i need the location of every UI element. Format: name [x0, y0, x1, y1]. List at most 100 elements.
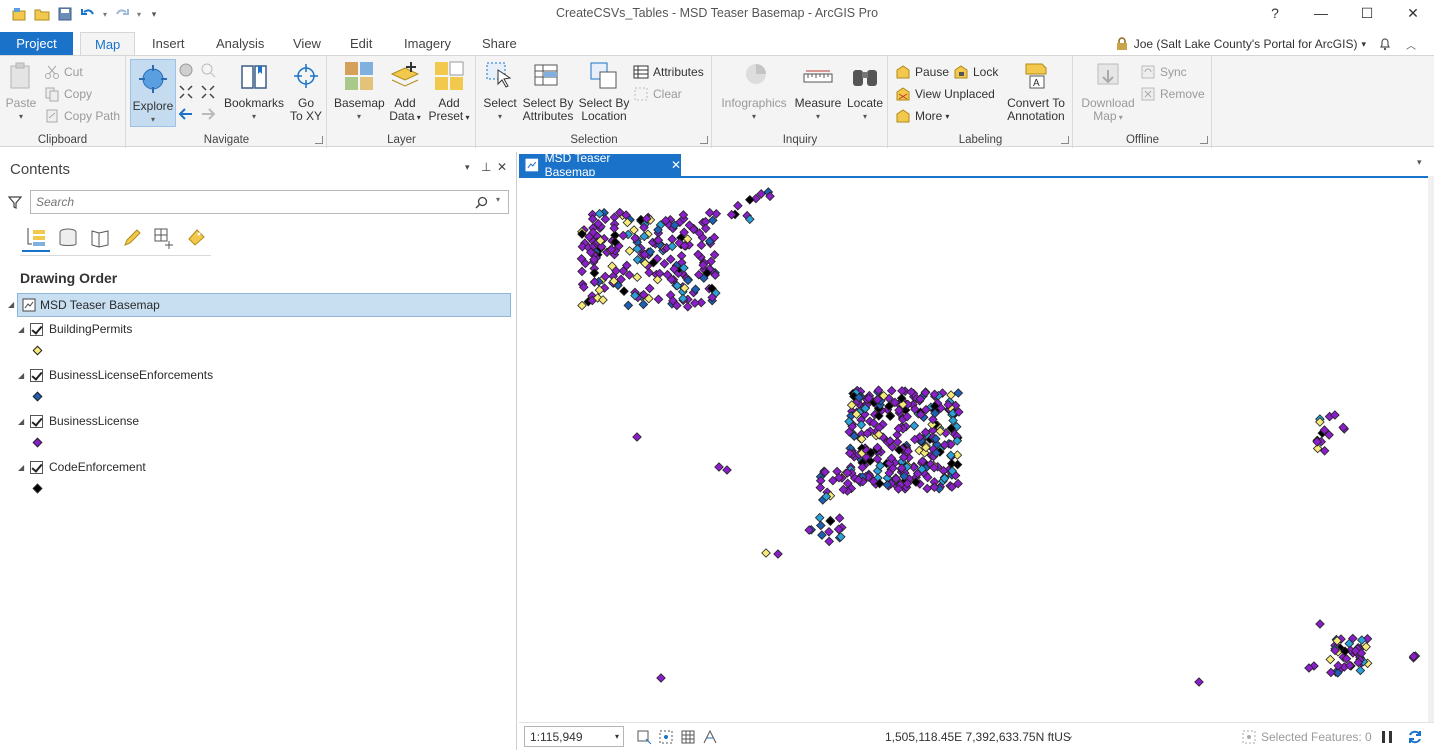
- layer-row-buildingpermits[interactable]: ◢ BuildingPermits: [18, 319, 132, 339]
- explore-button[interactable]: Explore ▾: [130, 59, 176, 127]
- add-preset-button[interactable]: Add Preset ▾: [426, 60, 472, 124]
- bookmarks-button[interactable]: Bookmarks ▾: [222, 60, 286, 123]
- layer-visibility-checkbox[interactable]: [30, 460, 43, 474]
- add-data-button[interactable]: Add Data ▾: [386, 60, 424, 124]
- fixed-zoom-out-icon[interactable]: [200, 84, 216, 100]
- go-to-xy-button[interactable]: Go To XY: [287, 60, 325, 123]
- list-by-editing-icon[interactable]: [118, 224, 146, 252]
- next-extent-icon[interactable]: [200, 106, 216, 122]
- basemap-button[interactable]: Basemap ▾: [334, 60, 385, 123]
- user-account[interactable]: Joe (Salt Lake County's Portal for ArcGI…: [1115, 35, 1416, 53]
- layer-expand-icon[interactable]: ◢: [18, 325, 28, 334]
- map-expand-icon[interactable]: ◢: [8, 300, 14, 309]
- layer-visibility-checkbox[interactable]: [30, 368, 43, 382]
- tab-imagery[interactable]: Imagery: [390, 32, 465, 56]
- convert-to-annotation-button[interactable]: A Convert To Annotation: [1003, 60, 1069, 123]
- grid-icon[interactable]: [680, 729, 696, 745]
- list-by-source-icon[interactable]: [54, 224, 82, 252]
- map-point: [815, 482, 826, 493]
- remove-offline-button[interactable]: Remove: [1140, 84, 1205, 104]
- copy-button[interactable]: Copy: [44, 84, 92, 104]
- attributes-button[interactable]: Attributes: [633, 62, 704, 82]
- close-button[interactable]: ✕: [1390, 0, 1434, 26]
- selected-features-icon[interactable]: [1241, 729, 1257, 745]
- vertical-scrollbar[interactable]: [1428, 176, 1434, 722]
- tab-edit[interactable]: Edit: [336, 32, 386, 56]
- tab-project[interactable]: Project: [0, 32, 73, 56]
- search-dropdown-icon[interactable]: ▾: [496, 195, 500, 204]
- view-unplaced-button[interactable]: View Unplaced: [895, 84, 995, 104]
- list-by-snapping-icon[interactable]: [150, 224, 178, 252]
- full-extent-icon[interactable]: [178, 62, 194, 78]
- pause-drawing-icon[interactable]: [1379, 729, 1395, 745]
- refresh-icon[interactable]: [1407, 729, 1423, 745]
- copy-path-button[interactable]: Copy Path: [44, 106, 120, 126]
- select-by-location-button[interactable]: Select By Location: [578, 60, 630, 123]
- navigate-launcher[interactable]: [315, 136, 323, 144]
- download-map-button[interactable]: Download Map ▾: [1078, 60, 1138, 124]
- labeling-launcher[interactable]: [1061, 136, 1069, 144]
- offline-launcher[interactable]: [1200, 136, 1208, 144]
- ribbon-minimize-icon[interactable]: ︿: [1406, 37, 1416, 52]
- map-view-tab[interactable]: MSD Teaser Basemap ✕: [519, 151, 681, 179]
- layer-expand-icon[interactable]: ◢: [18, 371, 28, 380]
- close-pane-icon[interactable]: ✕: [497, 160, 507, 174]
- scale-selector[interactable]: 1:115,949 ▾: [524, 726, 624, 747]
- notification-bell-icon[interactable]: [1378, 37, 1392, 51]
- pause-label-icon: [896, 65, 910, 79]
- pane-options-icon[interactable]: ▾: [465, 162, 470, 173]
- layer-expand-icon[interactable]: ◢: [18, 463, 28, 472]
- tab-view[interactable]: View: [279, 32, 335, 56]
- auto-hide-pin-icon[interactable]: ⊥: [481, 160, 491, 174]
- previous-extent-icon[interactable]: [178, 106, 194, 122]
- map-tab-bar: MSD Teaser Basemap ✕ ▾: [519, 151, 1434, 179]
- clear-selection-button[interactable]: Clear: [633, 84, 682, 104]
- group-selection: Select ▾ Select By Attributes Select By Loc…: [477, 56, 712, 148]
- layer-visibility-checkbox[interactable]: [30, 322, 43, 336]
- map-canvas[interactable]: [519, 176, 1428, 722]
- paste-button[interactable]: Paste ▾: [4, 60, 38, 123]
- snapping-icon[interactable]: [658, 729, 674, 745]
- lock-labels-button[interactable]: Lock: [953, 62, 998, 82]
- constraints-icon[interactable]: [702, 729, 718, 745]
- map-tabs-dropdown-icon[interactable]: ▾: [1417, 157, 1422, 168]
- group-label-inquiry: Inquiry: [782, 134, 818, 146]
- close-map-tab-icon[interactable]: ✕: [671, 158, 681, 172]
- fixed-zoom-in-icon[interactable]: [178, 84, 194, 100]
- tab-share[interactable]: Share: [468, 32, 531, 56]
- layer-row-codeenforcement[interactable]: ◢ CodeEnforcement: [18, 457, 146, 477]
- help-button[interactable]: ?: [1252, 0, 1298, 26]
- search-input[interactable]: [36, 194, 456, 210]
- tab-map[interactable]: Map: [80, 32, 136, 56]
- sync-button[interactable]: Sync: [1140, 62, 1187, 82]
- cut-button[interactable]: Cut: [44, 62, 83, 82]
- tab-insert[interactable]: Insert: [138, 32, 199, 56]
- coordinate-format-dropdown-icon[interactable]: ⌄: [1065, 729, 1074, 742]
- map-row[interactable]: MSD Teaser Basemap: [17, 293, 511, 317]
- select-button[interactable]: Select ▾: [481, 60, 519, 123]
- locate-button[interactable]: Locate ▾: [845, 60, 885, 123]
- filter-icon[interactable]: [8, 195, 22, 209]
- measure-button[interactable]: Measure ▾: [793, 60, 843, 123]
- minimize-button[interactable]: —: [1298, 0, 1344, 26]
- infographics-button[interactable]: Infographics ▾: [719, 60, 789, 123]
- search-icon[interactable]: [475, 196, 488, 209]
- list-by-drawing-order-icon[interactable]: [22, 224, 50, 252]
- select-by-attributes-button[interactable]: Select By Attributes: [520, 60, 576, 123]
- more-labeling-button[interactable]: More ▾: [895, 106, 949, 126]
- layer-name: BuildingPermits: [49, 322, 133, 336]
- pause-labeling-button[interactable]: Pause: [895, 62, 949, 82]
- user-name: Joe (Salt Lake County's Portal for ArcGI…: [1133, 37, 1358, 51]
- layer-row-businesslicense[interactable]: ◢ BusinessLicense: [18, 411, 139, 431]
- map-units-icon[interactable]: [636, 729, 652, 745]
- list-by-labeling-icon[interactable]: [182, 224, 210, 252]
- tab-analysis[interactable]: Analysis: [202, 32, 278, 56]
- layer-expand-icon[interactable]: ◢: [18, 417, 28, 426]
- selection-launcher[interactable]: [700, 136, 708, 144]
- list-by-selection-icon[interactable]: [86, 224, 114, 252]
- layer-visibility-checkbox[interactable]: [30, 414, 43, 428]
- maximize-button[interactable]: ☐: [1344, 0, 1390, 26]
- zoom-to-selection-icon[interactable]: [200, 62, 216, 78]
- layer-row-businesslicenseenforcements[interactable]: ◢ BusinessLicenseEnforcements: [18, 365, 213, 385]
- scale-dropdown-icon[interactable]: ▾: [615, 732, 619, 741]
